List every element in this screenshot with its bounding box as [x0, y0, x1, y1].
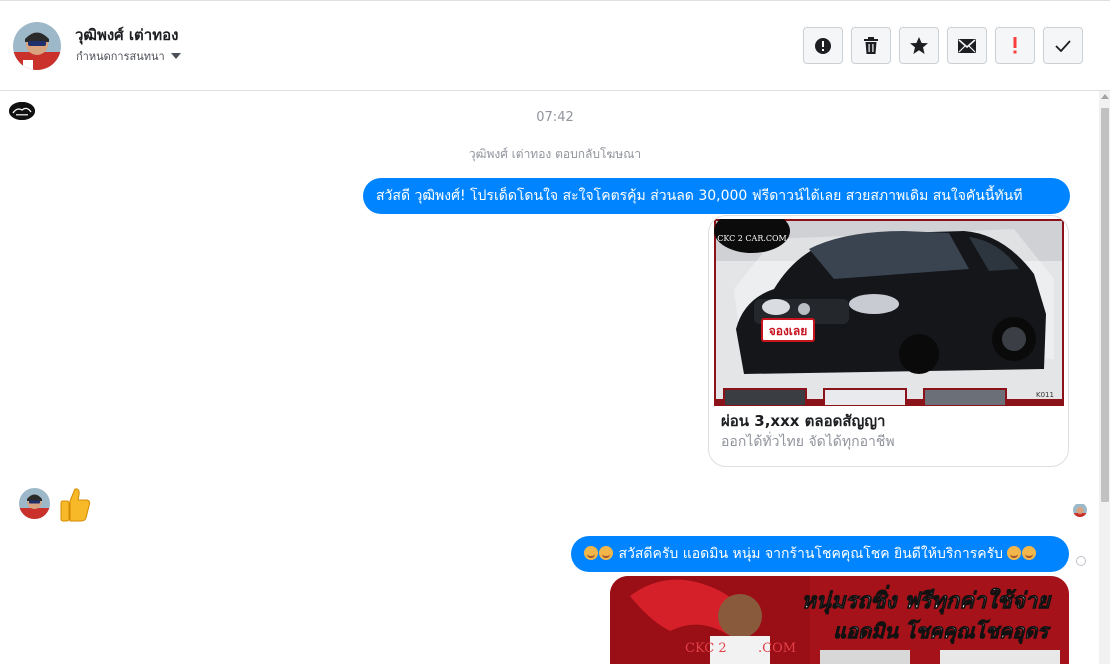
svg-text:จองเลย: จองเลย	[769, 324, 808, 338]
emoji-face-icon	[1007, 546, 1022, 560]
banner-line-1: หนุ่มรถซิ่ง ฟรีทุกค่าใช้จ่าย	[801, 584, 1052, 615]
envelope-icon	[958, 38, 976, 53]
svg-text:K011: K011	[1036, 391, 1054, 399]
ad-card[interactable]: จองเลย CKC 2 CAR.COM K011 ผ่อน 3,xxx ตลอ…	[708, 215, 1069, 467]
contact-avatar[interactable]	[13, 22, 61, 70]
star-icon	[910, 37, 928, 54]
exclamation-icon	[1013, 37, 1017, 54]
scrollbar-thumb[interactable]	[1101, 108, 1109, 502]
sent-status-icon	[1076, 556, 1086, 566]
emoji-face-icon	[1022, 546, 1037, 560]
svg-text:CKC 2 CAR.COM: CKC 2 CAR.COM	[717, 234, 787, 243]
star-button[interactable]	[899, 27, 939, 64]
contact-avatar-small	[19, 488, 50, 519]
emoji-face-icon	[584, 546, 598, 560]
ad-card-title: ผ่อน 3,xxx ตลอดสัญญา	[721, 412, 886, 430]
check-icon	[1055, 39, 1071, 52]
caret-down-icon	[170, 53, 181, 59]
conversation-header: วุฒิพงศ์ เต่าทอง กำหนดการสนทนา	[0, 1, 1110, 91]
outgoing-message-bubble-admin[interactable]: สวัสดีครับ แอดมิน หนุ่ม จากร้านโชคคุณโชค…	[571, 536, 1069, 572]
seen-receipt-avatar	[1073, 503, 1087, 517]
message-text: สวัสดีครับ แอดมิน หนุ่ม จากร้านโชคคุณโชค…	[618, 546, 1004, 562]
banner-line-2: แอดมิน โชคคุณโชคอุดร	[833, 619, 1051, 644]
message-timestamp: 07:42	[536, 110, 574, 125]
admin-banner-image[interactable]: CKC 2 .COM หนุ่มรถซิ่ง ฟรีทุกค่าใช้จ่าย …	[610, 576, 1069, 664]
mark-spam-button[interactable]	[803, 27, 843, 64]
outgoing-message-bubble[interactable]: สวัสดี วุฒิพงศ์! โปรเด็ดโดนใจ สะใจโคตรคุ…	[363, 178, 1070, 214]
emoji-face-icon	[599, 546, 613, 560]
assign-label: กำหนดการสนทนา	[76, 50, 165, 63]
system-message: วุฒิพงศ์ เต่าทอง ตอบกลับโฆษณา	[468, 147, 642, 161]
scroll-up-arrow-icon[interactable]	[1101, 94, 1109, 99]
mark-unread-button[interactable]	[947, 27, 987, 64]
svg-text:CKC 2: CKC 2	[685, 641, 727, 656]
thumbs-up-icon[interactable]	[58, 486, 92, 522]
trash-icon	[864, 36, 878, 54]
follow-up-button[interactable]	[995, 27, 1035, 64]
assign-conversation-dropdown[interactable]: กำหนดการสนทนา	[76, 47, 181, 65]
contact-name[interactable]: วุฒิพงศ์ เต่าทอง	[75, 23, 178, 47]
alert-circle-icon	[815, 37, 831, 54]
delete-button[interactable]	[851, 27, 891, 64]
ad-card-image[interactable]: จองเลย CKC 2 CAR.COM K011	[714, 216, 1064, 407]
mark-done-button[interactable]	[1043, 27, 1083, 64]
svg-text:.COM: .COM	[758, 641, 796, 656]
ad-card-subtitle: ออกได้ทั่วไทย จัดได้ทุกอาชีพ	[721, 434, 895, 450]
